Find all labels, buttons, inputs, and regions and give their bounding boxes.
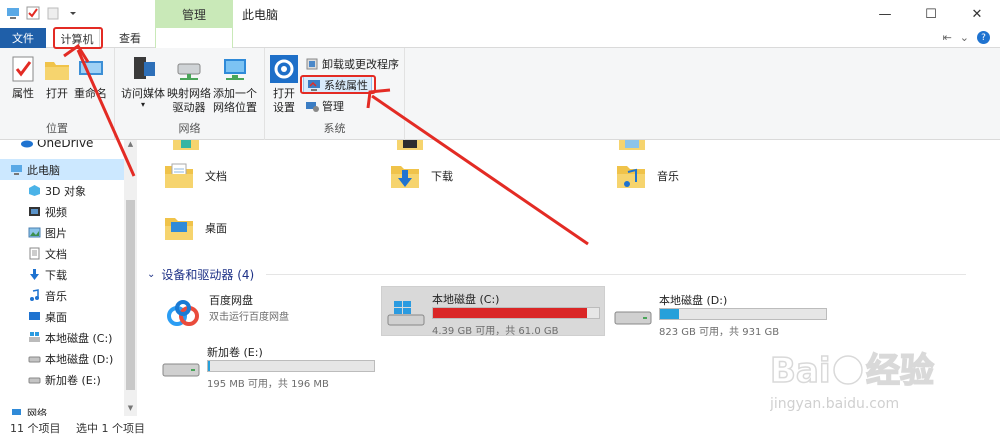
svg-text:经验: 经验 (866, 351, 934, 391)
svg-text:jingyan.baidu.com: jingyan.baidu.com (770, 396, 899, 412)
svg-text:Bai: Bai (770, 351, 831, 391)
baidu-jingyan-watermark: Bai 经验 jingyan.baidu.com (770, 350, 935, 412)
file-explorer-window: 管理 此电脑 — ☐ ✕ 文件 计算机 查看 驱动器工具 ⇤ ⌄ ? 属性 打 (0, 0, 1000, 437)
